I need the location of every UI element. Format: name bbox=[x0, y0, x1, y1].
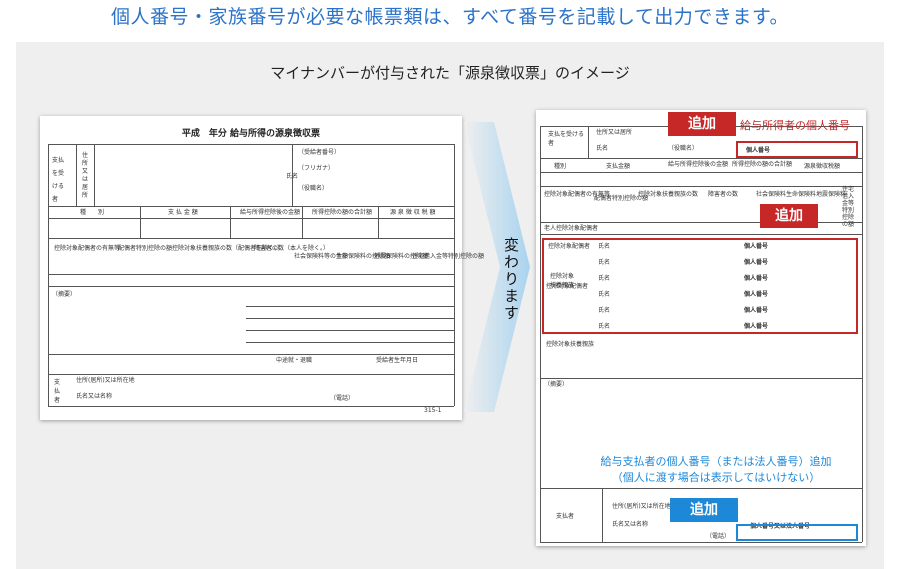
new-spouse-row-label: 控除対象配偶者 bbox=[548, 243, 591, 250]
payee-note: 給与所得者の個人番号 bbox=[740, 119, 850, 132]
old-furigana: （フリガナ） bbox=[298, 165, 335, 172]
change-label: 変わります bbox=[502, 237, 520, 322]
old-address-label: 住所又は居所 bbox=[82, 152, 89, 199]
new-row-name-3: 氏名 bbox=[598, 275, 611, 282]
new-row-no-1: 個人番号 bbox=[744, 243, 769, 250]
new-col-after: 給与所得控除後の金額 bbox=[668, 161, 729, 168]
old-payer-name: 氏名又は名称 bbox=[76, 393, 113, 400]
dependents-highlight bbox=[542, 238, 858, 334]
new-col-life: 生命保険料 bbox=[786, 191, 817, 198]
new-old-spouse: 老人控除対象配偶者 bbox=[544, 225, 599, 232]
old-col-tax: 源 泉 徴 収 税 額 bbox=[390, 209, 436, 216]
old-col-pay: 支 払 金 額 bbox=[168, 209, 198, 216]
old-col-after: 給与所得控除後の金額 bbox=[240, 209, 301, 216]
add-tag-payee: 追加 bbox=[668, 112, 736, 136]
new-payer-address: 住所(居所)又は所在地 bbox=[612, 503, 671, 510]
new-dependents-label: 控除対象扶養親族 bbox=[546, 341, 595, 348]
new-row-no-2: 個人番号 bbox=[744, 259, 769, 266]
new-payer-name: 氏名又は名称 bbox=[612, 521, 649, 528]
new-col-social: 社会保険料 bbox=[756, 191, 787, 198]
old-role: （役職名） bbox=[298, 185, 329, 192]
old-payer-address: 住所(居所)又は所在地 bbox=[76, 377, 135, 384]
payer-note-line2: （個人に渡す場合は表示してはいけない） bbox=[611, 471, 821, 484]
old-col-type: 種 別 bbox=[80, 209, 105, 216]
old-col-deduct: 所得控除の額の合計額 bbox=[312, 209, 373, 216]
new-dependents-row-label: 控除対象扶養親族 bbox=[550, 273, 575, 289]
new-col-disabled: 障害者の数 bbox=[708, 191, 739, 198]
new-col-dependents: 控除対象扶養親族の数 bbox=[638, 191, 699, 198]
new-row-name-1: 氏名 bbox=[598, 243, 611, 250]
old-retirement-label: 中途就・退職 bbox=[276, 357, 313, 364]
new-role: （役職名） bbox=[668, 145, 699, 152]
new-col-tax: 源泉徴収税額 bbox=[804, 163, 841, 170]
old-withholding-slip: 平成 年分 給与所得の源泉徴収票 支払を受ける者 住所又は居所 （受給者番号） … bbox=[40, 116, 484, 420]
old-birthdate-label: 受給者生年月日 bbox=[376, 357, 419, 364]
new-phone: （電話） bbox=[706, 533, 731, 540]
new-row-no-4: 個人番号 bbox=[744, 291, 769, 298]
new-col-pay: 支払金額 bbox=[606, 163, 631, 170]
new-name-label: 氏名 bbox=[596, 145, 609, 152]
new-row-no-6: 個人番号 bbox=[744, 323, 769, 330]
new-col-deduct: 所得控除の額の合計額 bbox=[732, 161, 793, 168]
old-col-spouse-special: 配偶者特別控除の額 bbox=[118, 245, 173, 252]
payer-note: 給与支払者の個人番号（または法人番号）追加 （個人に渡す場合は表示してはいけない… bbox=[576, 454, 856, 486]
comparison-panel: マイナンバーが付与された「源泉徴収票」のイメージ 平成 年分 給与所得の源泉徴収… bbox=[16, 42, 884, 569]
old-recipient-no: （受給者番号） bbox=[298, 149, 341, 156]
payer-note-line1: 給与支払者の個人番号（または法人番号）追加 bbox=[600, 455, 832, 468]
payer-no-highlight bbox=[736, 524, 858, 541]
new-row-no-3: 個人番号 bbox=[744, 275, 769, 282]
new-row-name-6: 氏名 bbox=[598, 323, 611, 330]
new-payee-label: 支払を受ける者 bbox=[548, 131, 585, 147]
old-col-spouse: 控除対象配偶者の有無等 bbox=[54, 245, 121, 252]
new-col-type: 種別 bbox=[554, 163, 567, 170]
new-address-label: 住所又は居所 bbox=[596, 129, 633, 136]
new-row-name-5: 氏名 bbox=[598, 307, 611, 314]
old-col-disabled: 障害者の数（本人を除く。） bbox=[254, 245, 330, 252]
payee-personal-no-highlight bbox=[736, 141, 858, 158]
new-row-no-5: 個人番号 bbox=[744, 307, 769, 314]
old-form-number: 315-1 bbox=[424, 407, 442, 414]
new-row-name-2: 氏名 bbox=[598, 259, 611, 266]
headline: 個人番号・家族番号が必要な帳票類は、すべて番号を記載して出力できます。 bbox=[111, 6, 789, 28]
add-tag-dependents: 追加 bbox=[760, 204, 818, 228]
old-summary-label: （摘要） bbox=[52, 291, 77, 298]
old-phone: （電話） bbox=[330, 395, 355, 402]
old-payer-label: 支払者 bbox=[54, 379, 61, 404]
new-row-name-4: 氏名 bbox=[598, 291, 611, 298]
old-payee-label: 支払を受ける者 bbox=[52, 157, 65, 203]
new-payer-label: 支払者 bbox=[556, 513, 575, 520]
new-summary-label: （摘要） bbox=[544, 381, 569, 388]
add-tag-payer: 追加 bbox=[670, 498, 738, 522]
old-form-title: 平成 年分 給与所得の源泉徴収票 bbox=[181, 129, 321, 139]
subtitle: マイナンバーが付与された「源泉徴収票」のイメージ bbox=[270, 64, 630, 82]
